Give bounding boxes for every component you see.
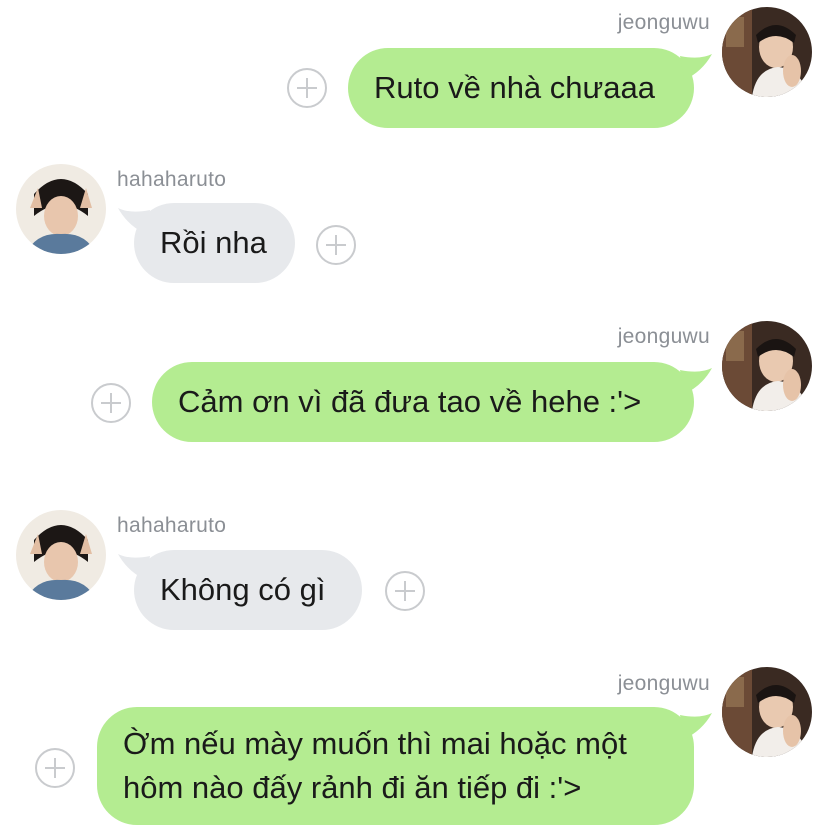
bubble-tail: [680, 54, 712, 80]
sender-name: hahaharuto: [117, 514, 227, 537]
message-bubble-incoming[interactable]: Không có gì: [134, 550, 362, 630]
avatar-hahaharuto[interactable]: [16, 164, 106, 254]
message-bubble-outgoing[interactable]: Ruto về nhà chưaaa: [348, 48, 694, 128]
sender-name: jeonguwu: [617, 325, 710, 348]
avatar-image: [722, 667, 812, 757]
avatar-jeonguwu[interactable]: [722, 321, 812, 411]
message-bubble-incoming[interactable]: Rồi nha: [134, 203, 295, 283]
add-reaction-button[interactable]: [287, 68, 327, 108]
avatar-hahaharuto[interactable]: [16, 510, 106, 600]
avatar-image: [722, 321, 812, 411]
message-text: Ruto về nhà chưaaa: [374, 70, 655, 105]
add-reaction-button[interactable]: [316, 225, 356, 265]
bubble-tail: [680, 368, 712, 394]
sender-name: jeonguwu: [617, 11, 710, 34]
message-bubble-outgoing[interactable]: Ờm nếu mày muốn thì mai hoặc một hôm nào…: [97, 707, 694, 825]
avatar-jeonguwu[interactable]: [722, 7, 812, 97]
add-reaction-button[interactable]: [91, 383, 131, 423]
message-bubble-outgoing[interactable]: Cảm ơn vì đã đưa tao về hehe :'>: [152, 362, 694, 442]
add-reaction-button[interactable]: [385, 571, 425, 611]
add-reaction-button[interactable]: [35, 748, 75, 788]
bubble-tail: [680, 713, 712, 739]
message-text: Cảm ơn vì đã đưa tao về hehe :'>: [178, 384, 642, 419]
sender-name: jeonguwu: [617, 672, 710, 695]
avatar-image: [16, 164, 106, 254]
avatar-image: [722, 7, 812, 97]
sender-name: hahaharuto: [117, 168, 227, 191]
avatar-image: [16, 510, 106, 600]
message-text: Không có gì: [160, 572, 326, 607]
avatar-jeonguwu[interactable]: [722, 667, 812, 757]
message-text: Ờm nếu mày muốn thì mai hoặc một hôm nào…: [123, 726, 627, 805]
message-text: Rồi nha: [160, 225, 267, 260]
